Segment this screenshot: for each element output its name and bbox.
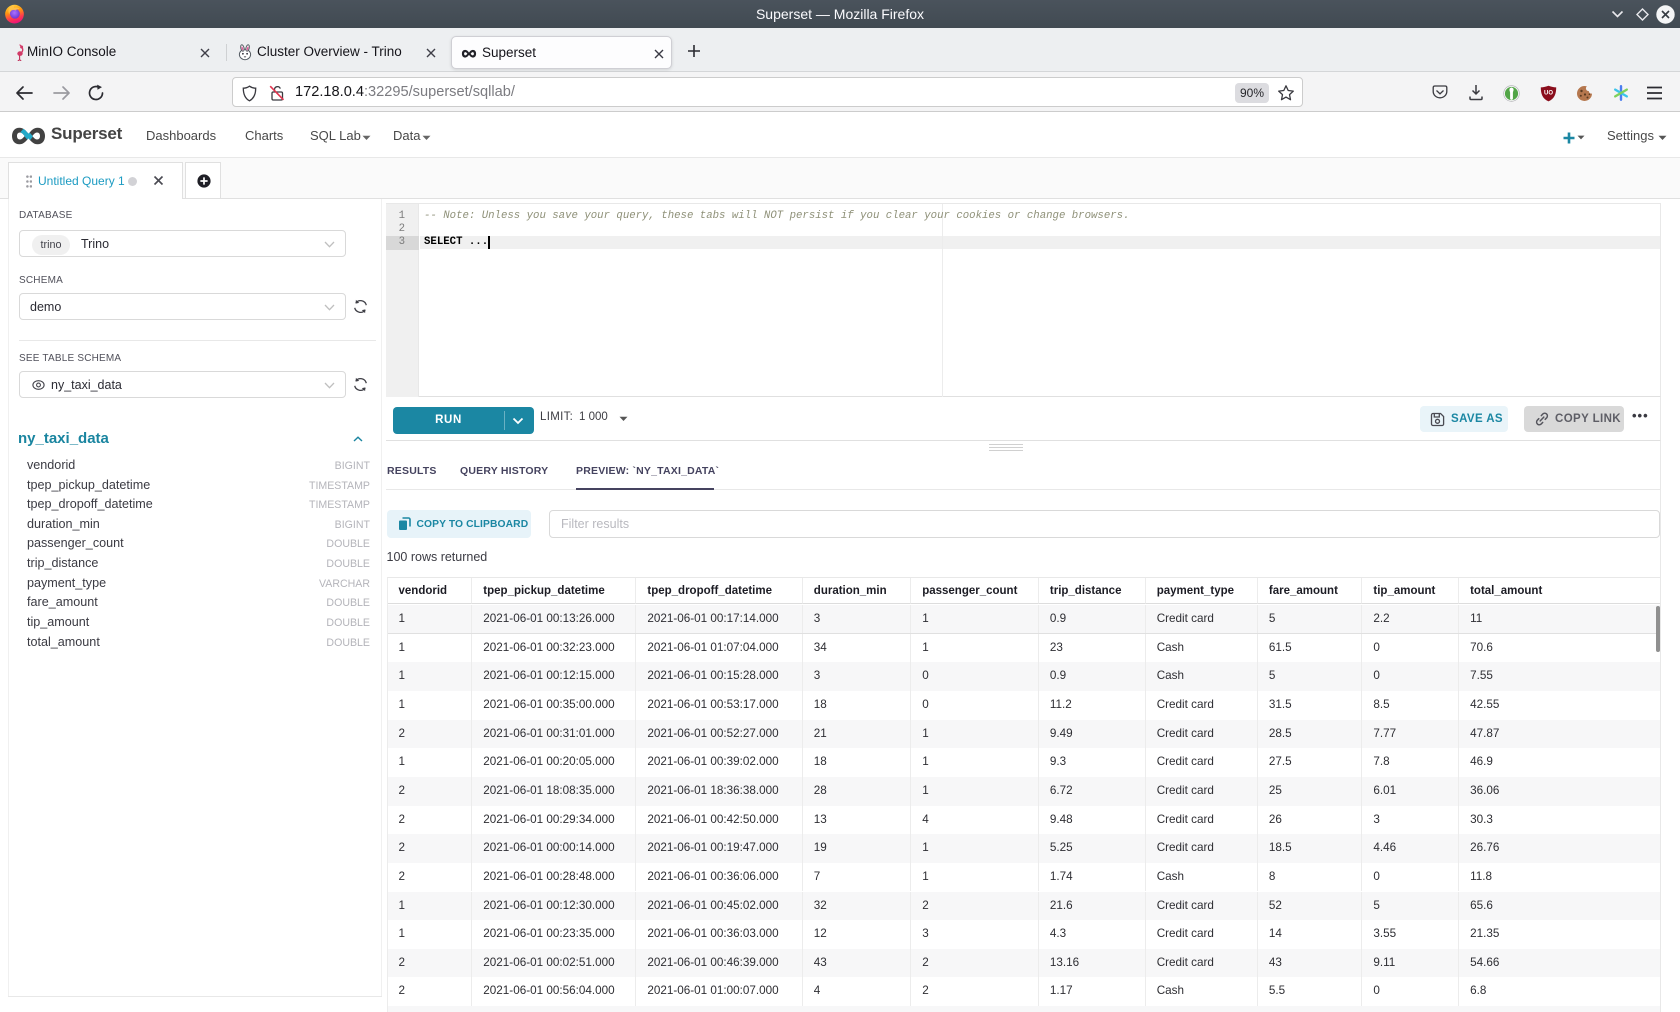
svg-text:UO: UO <box>1544 91 1553 97</box>
